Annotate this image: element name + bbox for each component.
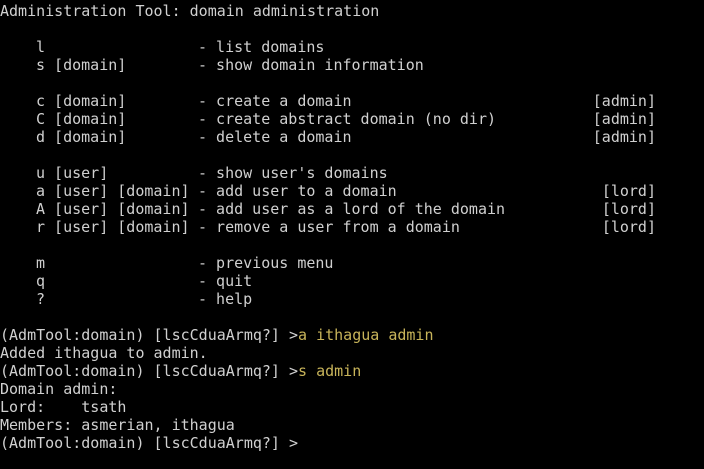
menu-description: - previous menu	[198, 254, 334, 272]
menu-description: - create a domain	[198, 92, 352, 110]
menu-permission: [admin]	[592, 110, 656, 128]
menu-row: q - quit	[0, 272, 704, 290]
menu-row: u [user] - show user's domains	[0, 164, 704, 182]
menu-row: l - list domains	[0, 38, 704, 56]
menu-description: - show domain information	[198, 56, 424, 74]
command-menu: l - list domains s [domain] - show domain i…	[0, 38, 704, 308]
menu-description: - add user to a domain	[198, 182, 397, 200]
command-input[interactable]: a ithagua admin	[298, 326, 433, 344]
prompt-text: (AdmTool:domain) [lscCduaArmq?] >	[0, 326, 299, 344]
menu-row: r [user] [domain] - remove a user from a …	[0, 218, 704, 236]
menu-description: - delete a domain	[198, 128, 352, 146]
menu-permission: [lord]	[601, 200, 656, 218]
menu-row: c [domain] - create a domain [admin]	[0, 92, 704, 110]
output-text: Domain admin:	[0, 380, 118, 398]
menu-permission: [admin]	[592, 92, 656, 110]
tool-title: Administration Tool: domain administrati…	[0, 2, 380, 20]
menu-permission: [lord]	[601, 182, 656, 200]
output-text: Lord: tsath	[0, 398, 127, 416]
menu-row: A [user] [domain] - add user as a lord of…	[0, 200, 704, 218]
output-text: Members: asmerian, ithagua	[0, 416, 235, 434]
command-input[interactable]: s admin	[298, 362, 361, 380]
output-text: Added ithagua to admin.	[0, 344, 208, 362]
output-line: Added ithagua to admin.	[0, 344, 704, 362]
menu-row: ? - help	[0, 290, 704, 308]
menu-description: - help	[198, 290, 253, 308]
menu-command: l	[36, 38, 46, 56]
menu-row: m - previous menu	[0, 254, 704, 272]
menu-command: a [user] [domain]	[36, 182, 190, 200]
menu-description: - remove a user from a domain	[198, 218, 460, 236]
menu-permission: [lord]	[601, 218, 656, 236]
output-line: Domain admin:	[0, 380, 704, 398]
terminal-window[interactable]: Administration Tool: domain administrati…	[0, 0, 704, 469]
menu-command: s [domain]	[36, 56, 127, 74]
output-line: Members: asmerian, ithagua	[0, 416, 704, 434]
output-line: Lord: tsath	[0, 398, 704, 416]
menu-row: d [domain] - delete a domain [admin]	[0, 128, 704, 146]
menu-command: A [user] [domain]	[36, 200, 190, 218]
menu-command: ?	[36, 290, 46, 308]
menu-command: r [user] [domain]	[36, 218, 190, 236]
prompt-text: (AdmTool:domain) [lscCduaArmq?] >	[0, 434, 299, 452]
menu-command: q	[36, 272, 46, 290]
menu-command: u [user]	[36, 164, 109, 182]
menu-row: C [domain] - create abstract domain (no d…	[0, 110, 704, 128]
prompt-line: (AdmTool:domain) [lscCduaArmq?] >	[0, 434, 704, 452]
menu-row: s [domain] - show domain information	[0, 56, 704, 74]
menu-command: C [domain]	[36, 110, 127, 128]
session-log: (AdmTool:domain) [lscCduaArmq?] >a ithag…	[0, 326, 704, 452]
menu-description: - add user as a lord of the domain	[198, 200, 506, 218]
prompt-text: (AdmTool:domain) [lscCduaArmq?] >	[0, 362, 299, 380]
menu-row: a [user] [domain] - add user to a domain […	[0, 182, 704, 200]
prompt-line: (AdmTool:domain) [lscCduaArmq?] >s admin	[0, 362, 704, 380]
menu-description: - create abstract domain (no dir)	[198, 110, 497, 128]
menu-description: - list domains	[198, 38, 325, 56]
menu-description: - quit	[198, 272, 253, 290]
menu-command: c [domain]	[36, 92, 127, 110]
menu-command: m	[36, 254, 46, 272]
menu-description: - show user's domains	[198, 164, 388, 182]
prompt-line: (AdmTool:domain) [lscCduaArmq?] >a ithag…	[0, 326, 704, 344]
menu-permission: [admin]	[592, 128, 656, 146]
menu-command: d [domain]	[36, 128, 127, 146]
